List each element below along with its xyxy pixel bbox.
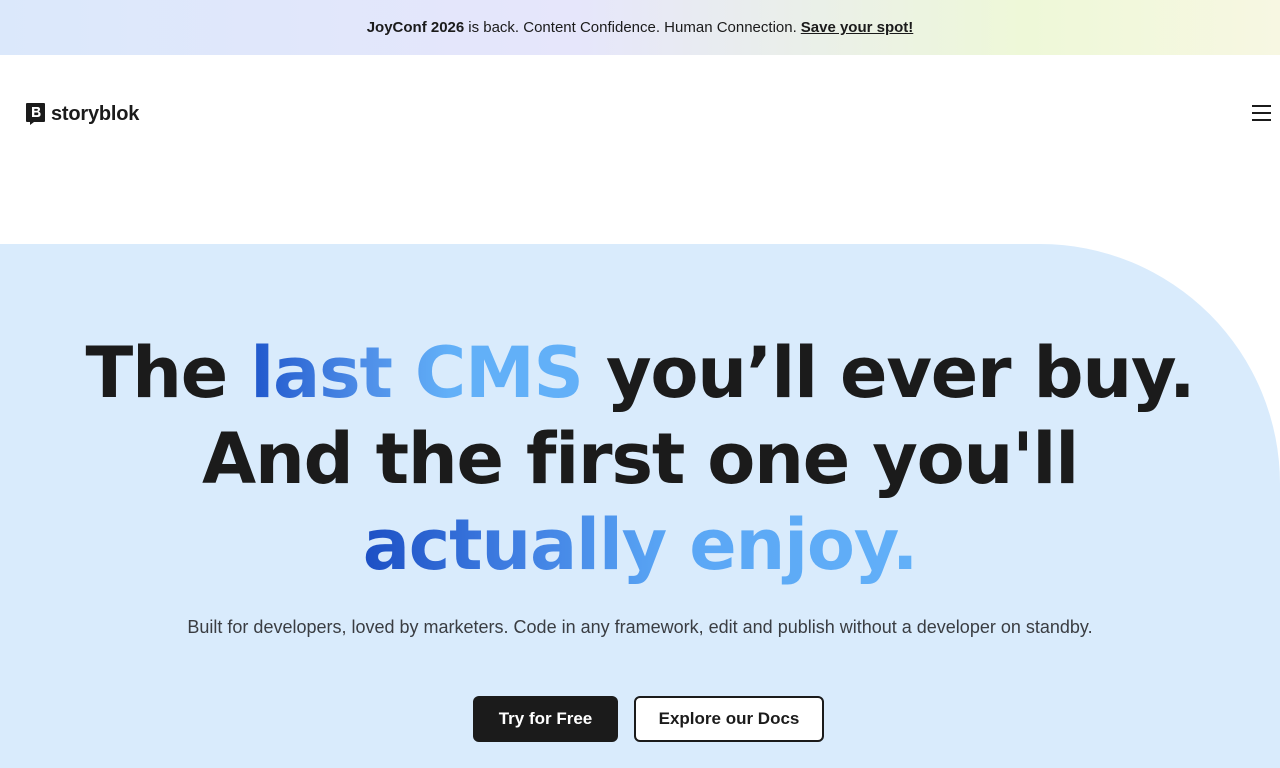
logo-text: storyblok (51, 102, 140, 125)
announcement-message: is back. Content Confidence. Human Conne… (468, 19, 797, 36)
explore-docs-button[interactable]: Explore our Docs (634, 696, 824, 742)
announcement-event: JoyConf 2026 (366, 19, 465, 36)
navbar: storyblok (0, 55, 1280, 173)
headline-highlight-last-cms: last CMS (250, 332, 584, 414)
hero-headline: The last CMS you’ll ever buy. And the fi… (0, 330, 1280, 588)
save-spot-link[interactable]: Save your spot! (801, 19, 914, 36)
hamburger-menu-icon[interactable] (1252, 105, 1272, 125)
headline-line1-start: The (85, 332, 229, 414)
announcement-bar: JoyConf 2026 is back. Content Confidence… (0, 0, 1280, 55)
try-for-free-button[interactable]: Try for Free (473, 696, 618, 742)
headline-line1-end: you’ll ever buy. (605, 332, 1196, 414)
storyblok-logo-icon (25, 102, 46, 126)
headline-line2: And the first one you'll (201, 418, 1079, 500)
hero-subtitle: Built for developers, loved by marketers… (187, 617, 1093, 637)
headline-highlight-actually-enjoy: actually enjoy. (362, 504, 919, 586)
logo[interactable]: storyblok (25, 102, 139, 126)
